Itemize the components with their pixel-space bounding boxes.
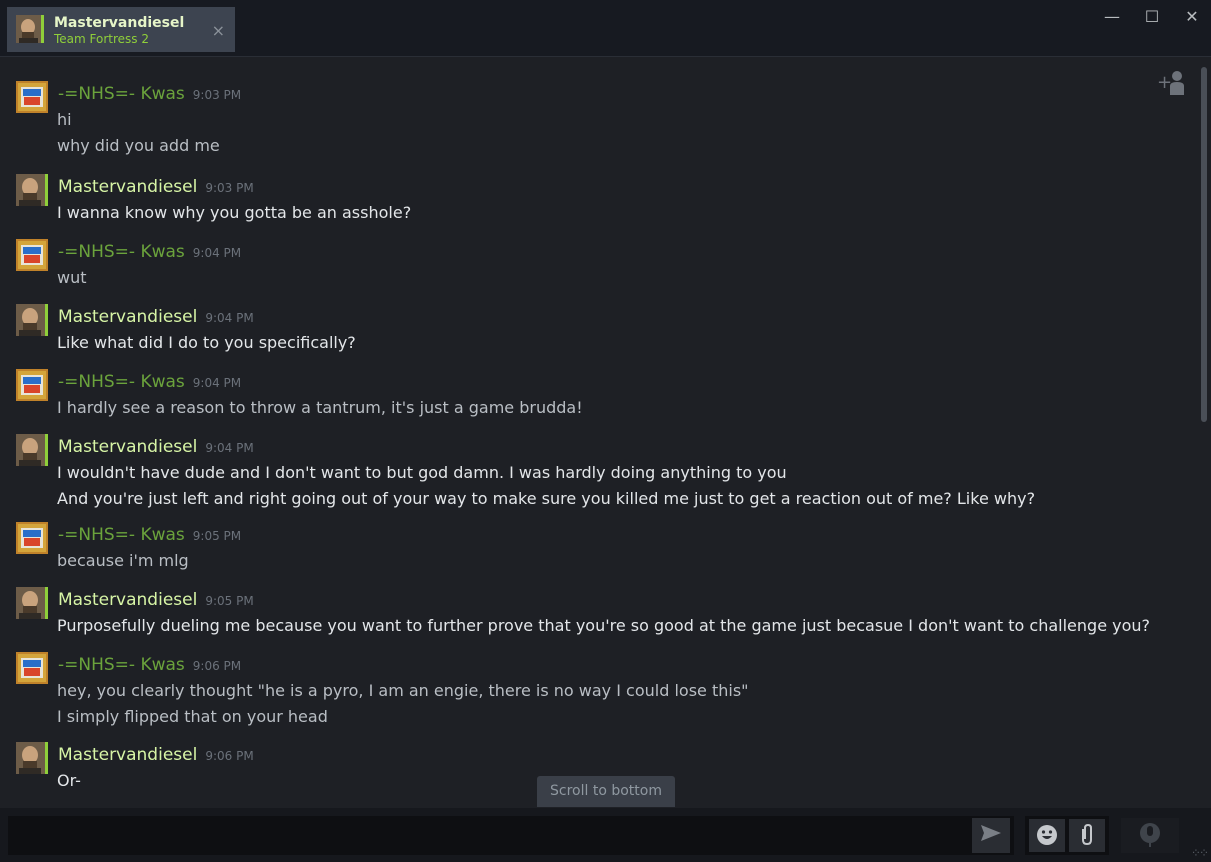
- message-input[interactable]: [8, 816, 1014, 855]
- add-friend-icon[interactable]: +: [1155, 67, 1189, 101]
- sender-name[interactable]: Mastervandiesel: [58, 745, 197, 765]
- svg-text:+: +: [1157, 72, 1172, 93]
- timestamp: 9:04 PM: [205, 441, 254, 455]
- message-text: I simply flipped that on your head: [57, 707, 328, 726]
- window-close-button[interactable]: ✕: [1180, 6, 1204, 30]
- message-header: Mastervandiesel 9:05 PM: [58, 590, 254, 610]
- message-text: Or-: [57, 771, 81, 790]
- avatar[interactable]: [16, 174, 48, 206]
- tool-group: [1025, 816, 1109, 855]
- message-text: And you're just left and right going out…: [57, 489, 1036, 508]
- title-bar: Mastervandiesel Team Fortress 2 × — ☐ ✕: [0, 0, 1211, 57]
- paperclip-icon[interactable]: [1069, 819, 1105, 852]
- message-text: Purposefully dueling me because you want…: [57, 616, 1151, 635]
- sender-name[interactable]: -=NHS=- Kwas: [58, 655, 185, 675]
- message-header: -=NHS=- Kwas 9:06 PM: [58, 655, 241, 675]
- timestamp: 9:04 PM: [205, 311, 254, 325]
- timestamp: 9:06 PM: [192, 659, 242, 673]
- avatar[interactable]: [16, 369, 48, 401]
- message-text: why did you add me: [57, 136, 220, 155]
- message-header: -=NHS=- Kwas 9:04 PM: [58, 372, 241, 392]
- sender-name[interactable]: -=NHS=- Kwas: [58, 242, 185, 262]
- timestamp: 9:04 PM: [192, 246, 242, 260]
- resize-grip-icon[interactable]: ⁘⁘: [1191, 846, 1209, 860]
- chat-history[interactable]: + -=NHS=- Kwas 9:03 PM hi why did you add m…: [0, 57, 1211, 807]
- maximize-button[interactable]: ☐: [1140, 6, 1164, 30]
- message-text: I wanna know why you gotta be an asshole…: [57, 203, 412, 222]
- message-header: Mastervandiesel 9:04 PM: [58, 307, 254, 327]
- timestamp: 9:03 PM: [205, 181, 254, 195]
- message-header: Mastervandiesel 9:04 PM: [58, 437, 254, 457]
- message-text: because i'm mlg: [57, 551, 189, 570]
- message-header: -=NHS=- Kwas 9:04 PM: [58, 242, 241, 262]
- sender-name[interactable]: -=NHS=- Kwas: [58, 84, 185, 104]
- timestamp: 9:05 PM: [205, 594, 254, 608]
- avatar[interactable]: [16, 239, 48, 271]
- timestamp: 9:04 PM: [192, 376, 242, 390]
- message-text: I wouldn't have dude and I don't want to…: [57, 463, 787, 482]
- avatar[interactable]: [16, 434, 48, 466]
- avatar[interactable]: [16, 742, 48, 774]
- message-header: -=NHS=- Kwas 9:05 PM: [58, 525, 241, 545]
- microphone-icon[interactable]: [1121, 818, 1179, 853]
- scroll-to-bottom-button[interactable]: Scroll to bottom: [537, 776, 675, 807]
- avatar[interactable]: [16, 81, 48, 113]
- avatar[interactable]: [16, 587, 48, 619]
- message-text: Like what did I do to you specifically?: [57, 333, 356, 352]
- sender-name[interactable]: Mastervandiesel: [58, 590, 197, 610]
- message-text: hi: [57, 110, 72, 129]
- send-icon[interactable]: [972, 818, 1010, 853]
- message-header: Mastervandiesel 9:03 PM: [58, 177, 254, 197]
- message-header: Mastervandiesel 9:06 PM: [58, 745, 254, 765]
- input-bar: ⁘⁘: [0, 808, 1211, 862]
- sender-name[interactable]: -=NHS=- Kwas: [58, 372, 185, 392]
- timestamp: 9:06 PM: [205, 749, 254, 763]
- timestamp: 9:05 PM: [192, 529, 242, 543]
- close-icon[interactable]: ×: [212, 21, 225, 40]
- timestamp: 9:03 PM: [192, 88, 242, 102]
- emoticon-icon[interactable]: [1029, 819, 1065, 852]
- message-text: wut: [57, 268, 87, 287]
- sender-name[interactable]: Mastervandiesel: [58, 437, 197, 457]
- scrollbar[interactable]: [1201, 67, 1207, 422]
- message-header: -=NHS=- Kwas 9:03 PM: [58, 84, 241, 104]
- avatar[interactable]: [16, 652, 48, 684]
- chat-tab-mastervandiesel[interactable]: Mastervandiesel Team Fortress 2 ×: [7, 7, 235, 52]
- avatar[interactable]: [16, 304, 48, 336]
- tab-friend-name: Mastervandiesel: [54, 15, 185, 31]
- sender-name[interactable]: -=NHS=- Kwas: [58, 525, 185, 545]
- avatar[interactable]: [16, 522, 48, 554]
- sender-name[interactable]: Mastervandiesel: [58, 177, 197, 197]
- minimize-button[interactable]: —: [1100, 6, 1124, 30]
- tab-game-status: Team Fortress 2: [54, 32, 149, 46]
- sender-name[interactable]: Mastervandiesel: [58, 307, 197, 327]
- avatar: [16, 15, 44, 43]
- message-text: hey, you clearly thought "he is a pyro, …: [57, 681, 749, 700]
- message-text: I hardly see a reason to throw a tantrum…: [57, 398, 583, 417]
